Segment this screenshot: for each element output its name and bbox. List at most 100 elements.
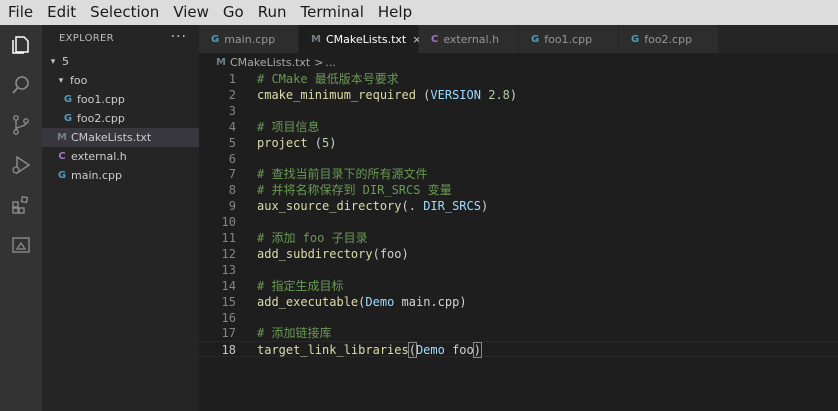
- tree-file[interactable]: M CMakeLists.txt: [42, 128, 199, 147]
- code-token: # 指定生成目标: [257, 278, 344, 293]
- menu-file[interactable]: File: [0, 0, 40, 25]
- tree-item-label: CMakeLists.txt: [71, 131, 152, 144]
- code-token: ): [509, 87, 518, 102]
- menu-selection[interactable]: Selection: [83, 0, 166, 25]
- remote-explorer-icon[interactable]: [9, 233, 33, 257]
- chevron-down-icon[interactable]: ▾: [56, 76, 66, 86]
- line-number: 6: [228, 151, 236, 166]
- code-token: ): [480, 199, 489, 214]
- code-token: ): [329, 135, 337, 150]
- tab-label: foo1.cpp: [544, 32, 593, 46]
- tab-label: main.cpp: [224, 32, 276, 46]
- code-line[interactable]: 8 # 并将名称保存到 DIR_SRCS 变量: [199, 182, 838, 198]
- tree-file[interactable]: Cexternal.h: [42, 147, 199, 166]
- line-text: aux_source_directory(. DIR_SRCS): [257, 198, 488, 214]
- code-token: (: [407, 342, 417, 359]
- menu-edit[interactable]: Edit: [40, 0, 83, 25]
- code-line[interactable]: 10: [199, 214, 838, 230]
- tree-item-label: foo: [70, 74, 88, 87]
- tree-folder[interactable]: ▾ foo: [42, 71, 199, 90]
- code-line[interactable]: 12 add_subdirectory(foo): [199, 246, 838, 262]
- line-number: 5: [228, 135, 236, 150]
- code-token: # CMake 最低版本号要求: [257, 72, 399, 86]
- tree-folder[interactable]: ▾ 5: [42, 52, 199, 71]
- line-text: target_link_libraries(Demo foo): [257, 342, 483, 359]
- code-line[interactable]: 6: [199, 151, 838, 167]
- code-line[interactable]: 7 # 查找当前目录下的所有源文件: [199, 166, 838, 182]
- tab-main-cpp[interactable]: Gmain.cpp: [199, 25, 299, 53]
- sidebar-title: EXPLORER: [59, 33, 114, 44]
- menu-go[interactable]: Go: [216, 0, 251, 25]
- line-text: # 添加 foo 子目录: [257, 230, 368, 246]
- tree-item-label: foo2.cpp: [77, 112, 125, 125]
- more-actions-icon[interactable]: ···: [171, 29, 187, 45]
- menu-terminal[interactable]: Terminal: [294, 0, 371, 25]
- menu-run[interactable]: Run: [251, 0, 294, 25]
- file-type-icon: G: [631, 33, 640, 45]
- tree-item-label: external.h: [71, 150, 127, 163]
- code-line[interactable]: 16: [199, 310, 838, 326]
- menu-help[interactable]: Help: [371, 0, 419, 25]
- code-token: # 项目信息: [257, 119, 320, 134]
- explorer-icon[interactable]: [9, 33, 33, 57]
- file-type-icon: G: [211, 33, 220, 45]
- line-text: project (5): [257, 135, 337, 151]
- code-line[interactable]: 14 # 指定生成目标: [199, 278, 838, 294]
- tab-label: foo2.cpp: [644, 32, 693, 46]
- code-line[interactable]: 5 project (5): [199, 135, 838, 151]
- activity-bar: [0, 25, 42, 411]
- extensions-icon[interactable]: [9, 193, 33, 217]
- breadcrumb-symbols[interactable]: ...: [325, 56, 336, 69]
- code-token: cmake_minimum_required: [257, 87, 416, 102]
- line-number: 17: [221, 326, 236, 341]
- code-line[interactable]: 18 target_link_libraries(Demo foo): [199, 341, 838, 359]
- tab-foo1-cpp[interactable]: Gfoo1.cpp: [519, 25, 619, 53]
- line-text: # 查找当前目录下的所有源文件: [257, 166, 427, 182]
- run-debug-icon[interactable]: [9, 153, 33, 177]
- line-number: 15: [221, 294, 236, 309]
- tree-file[interactable]: Gfoo1.cpp: [42, 90, 199, 109]
- tab-foo2-cpp[interactable]: Gfoo2.cpp: [619, 25, 719, 53]
- editor-area: Gmain.cpp M CMakeLists.txt × Cexternal.h Gfoo…: [199, 25, 838, 411]
- search-icon[interactable]: [9, 73, 33, 97]
- code-token: aux_source_directory: [257, 199, 402, 214]
- tree-item-label: 5: [62, 55, 69, 68]
- line-text: # 添加链接库: [257, 325, 331, 341]
- code-token: project: [257, 135, 308, 150]
- code-token: main.cpp): [394, 294, 467, 309]
- code-line[interactable]: 2 cmake_minimum_required (VERSION 2.8): [199, 87, 838, 103]
- cmake-file-icon: M: [57, 132, 67, 143]
- tree-file[interactable]: Gfoo2.cpp: [42, 109, 199, 128]
- menu-view[interactable]: View: [166, 0, 216, 25]
- code-token: foo: [444, 343, 474, 358]
- code-token: VERSION: [430, 87, 481, 102]
- code-line[interactable]: 4 # 项目信息: [199, 119, 838, 135]
- tree-file[interactable]: Gmain.cpp: [42, 166, 199, 185]
- breadcrumb-file[interactable]: CMakeLists.txt: [230, 56, 310, 69]
- line-text: add_executable(Demo main.cpp): [257, 294, 467, 310]
- line-number: 16: [221, 310, 236, 325]
- code-token: ): [472, 342, 483, 359]
- tab-external-h[interactable]: Cexternal.h: [419, 25, 519, 53]
- code-line[interactable]: 13: [199, 262, 838, 278]
- line-text: # 并将名称保存到 DIR_SRCS 变量: [257, 182, 452, 198]
- chevron-down-icon[interactable]: ▾: [48, 57, 58, 67]
- tree-item-label: main.cpp: [71, 169, 122, 182]
- code-token: DIR_SRCS: [423, 199, 481, 214]
- cmake-file-icon: M: [216, 56, 226, 68]
- tab-cmakelists-txt[interactable]: M CMakeLists.txt ×: [299, 25, 421, 53]
- code-line[interactable]: 15 add_executable(Demo main.cpp): [199, 294, 838, 310]
- line-number: 10: [221, 215, 236, 230]
- code-token: # 并将名称保存到 DIR_SRCS 变量: [257, 183, 452, 198]
- tree-item-label: foo1.cpp: [77, 93, 125, 106]
- code-line[interactable]: 9 aux_source_directory(. DIR_SRCS): [199, 198, 838, 214]
- code-line[interactable]: 1 # CMake 最低版本号要求: [199, 71, 838, 87]
- line-number: 1: [228, 72, 236, 86]
- breadcrumb-separator: >: [314, 55, 324, 69]
- code-line[interactable]: 11 # 添加 foo 子目录: [199, 230, 838, 246]
- explorer-sidebar: EXPLORER ··· ▾ 5 ▾ foo Gfoo1.cpp Gfoo2.cpp M CM…: [42, 25, 199, 411]
- code-line[interactable]: 3: [199, 103, 838, 119]
- source-control-icon[interactable]: [9, 113, 33, 137]
- code-line[interactable]: 17 # 添加链接库: [199, 325, 838, 341]
- line-number: 4: [228, 119, 236, 134]
